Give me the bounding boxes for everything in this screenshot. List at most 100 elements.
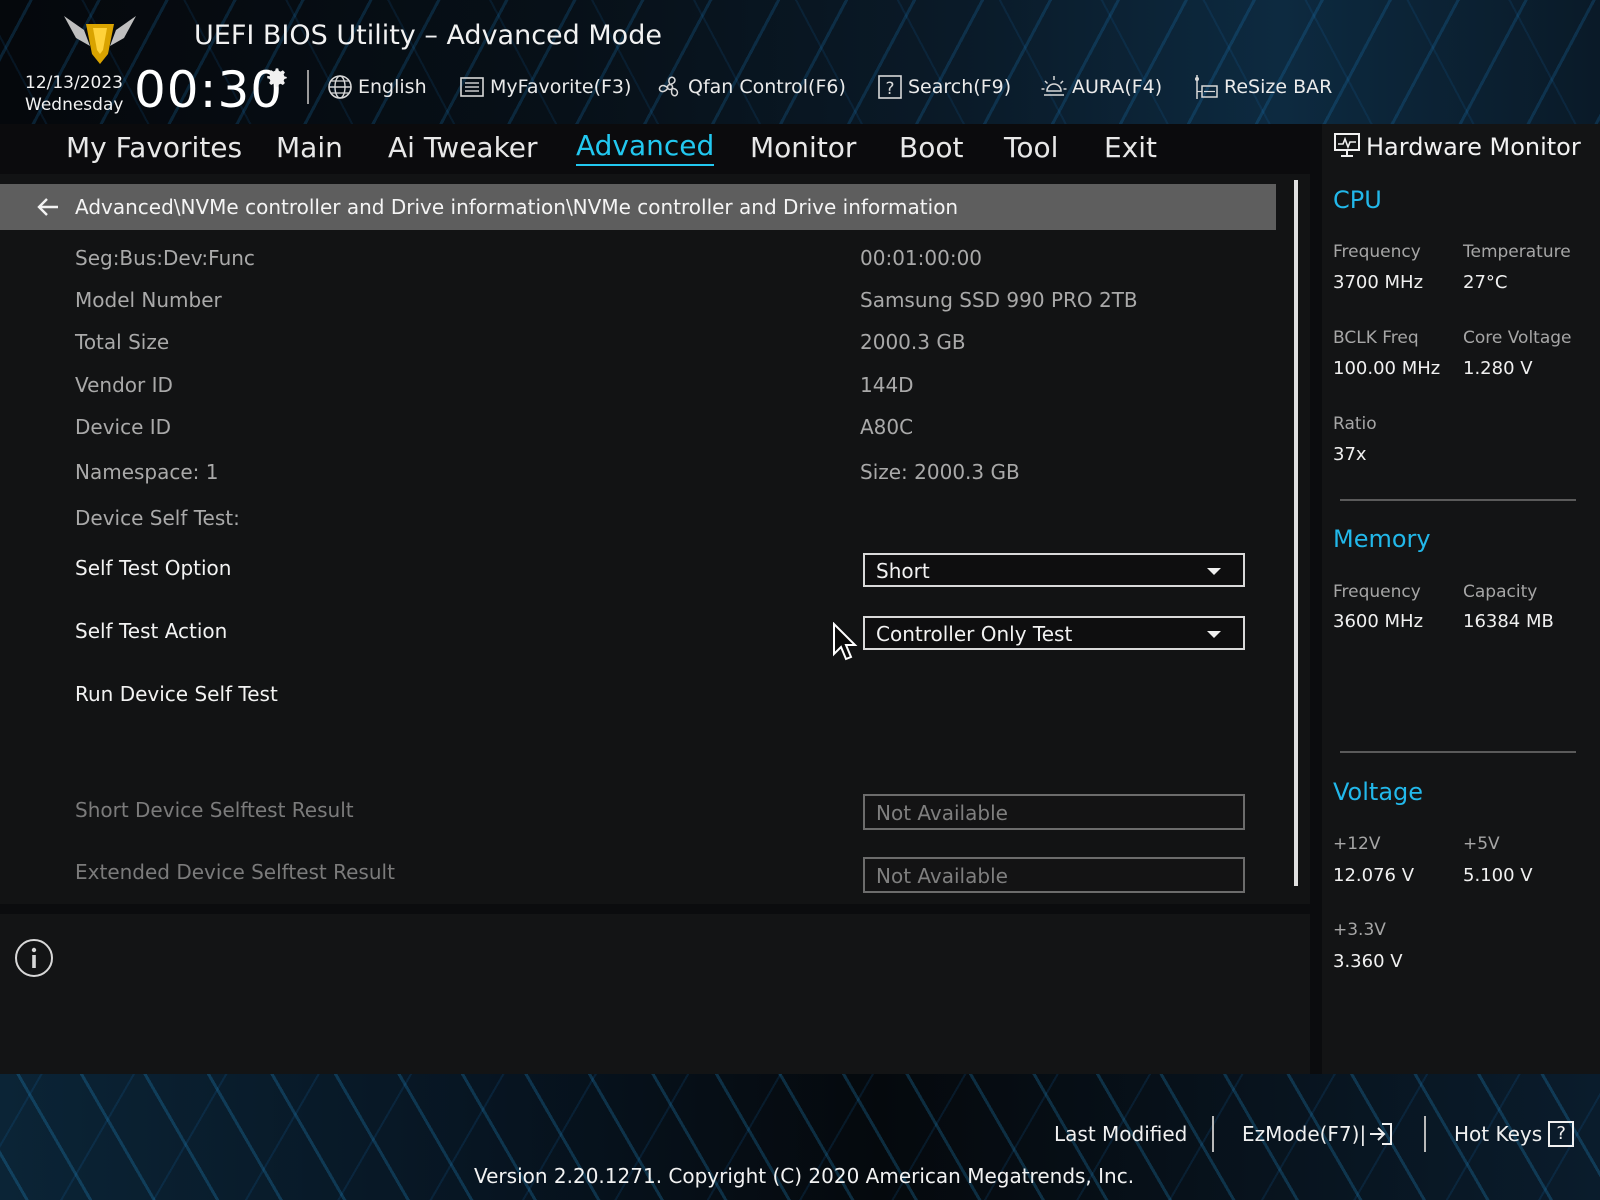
hot-keys-label: Hot Keys [1454,1122,1543,1146]
tab-tool[interactable]: Tool [1004,128,1058,168]
myfavorite-button[interactable]: MyFavorite(F3) [458,72,631,102]
last-modified-button[interactable]: Last Modified [1054,1120,1187,1148]
short-selftest-result-value: Not Available [876,801,1008,825]
ezmode-label: EzMode(F7)| [1242,1122,1367,1146]
help-panel [0,914,1310,1074]
memory-section-title: Memory [1333,525,1431,553]
clock-display: 00:30 [134,61,284,119]
tab-exit[interactable]: Exit [1104,128,1157,168]
voltage-12v-label: +12V [1333,834,1381,854]
back-arrow-icon[interactable] [36,196,60,218]
bclk-freq-label: BCLK Freq [1333,328,1419,348]
cpu-section-title: CPU [1333,186,1382,214]
row-label-namespace: Namespace: 1 [75,460,219,484]
row-value-device-id: A80C [860,415,914,439]
favorite-list-icon [460,77,484,97]
qfan-control-button[interactable]: Qfan Control(F6) [656,72,846,102]
extended-selftest-result-value: Not Available [876,864,1008,888]
weekday-text: Wednesday [25,95,124,115]
row-label-device-id: Device ID [75,415,172,439]
cpu-temperature-label: Temperature [1463,242,1571,262]
row-label-device-self-test: Device Self Test: [75,506,240,530]
row-value-total-size: 2000.3 GB [860,330,966,354]
voltage-12v-value: 12.076 V [1333,865,1415,886]
svg-text:?: ? [885,79,894,99]
ratio-value: 37x [1333,444,1367,465]
tab-ai-tweaker[interactable]: Ai Tweaker [388,128,538,168]
footer-divider [1424,1116,1426,1152]
memory-frequency-value: 3600 MHz [1333,611,1424,632]
hardware-monitor-title: Hardware Monitor [1366,133,1581,161]
tab-my-favorites[interactable]: My Favorites [66,128,242,168]
hw-divider [1340,751,1576,753]
language-label: English [358,76,427,98]
search-label: Search(F9) [908,76,1012,98]
resize-bar-icon [1195,75,1218,99]
version-text: Version 2.20.1271. Copyright (C) 2020 Am… [474,1164,1135,1188]
aura-label: AURA(F4) [1072,76,1163,98]
header-divider [307,70,309,104]
voltage-5v-label: +5V [1463,834,1500,854]
voltage-3v3-label: +3.3V [1333,920,1386,940]
self-test-action-label[interactable]: Self Test Action [75,617,227,645]
memory-capacity-value: 16384 MB [1463,611,1554,632]
row-value-seg-bus-dev-func: 00:01:00:00 [860,246,983,270]
tuf-logo [64,16,136,64]
search-help-icon: ? [878,75,902,99]
row-label-total-size: Total Size [75,330,170,354]
row-value-namespace: Size: 2000.3 GB [860,460,1020,484]
breadcrumb-path: Advanced\NVMe controller and Drive infor… [75,195,959,219]
info-icon [15,939,53,977]
resize-bar-label: ReSize BAR [1224,76,1333,98]
self-test-action-value: Controller Only Test [876,622,1073,646]
tab-advanced[interactable]: Advanced [576,128,715,166]
row-value-model-number: Samsung SSD 990 PRO 2TB [860,288,1138,312]
chevron-down-icon [1207,568,1221,575]
globe-icon [328,75,352,99]
footer-divider [1212,1116,1214,1152]
date-display: 12/13/2023 Wednesday [25,72,123,116]
short-selftest-result-label: Short Device Selftest Result [75,798,354,822]
memory-frequency-label: Frequency [1333,582,1421,602]
tab-monitor[interactable]: Monitor [750,128,856,168]
cpu-frequency-label: Frequency [1333,242,1421,262]
memory-capacity-label: Capacity [1463,582,1538,602]
extended-selftest-result-field: Not Available [863,857,1245,893]
self-test-option-value: Short [876,559,930,583]
row-value-vendor-id: 144D [860,373,914,397]
self-test-option-dropdown[interactable]: Short [863,553,1245,587]
myfavorite-label: MyFavorite(F3) [490,76,632,98]
ratio-label: Ratio [1333,414,1377,434]
cpu-frequency-value: 3700 MHz [1333,272,1424,293]
scrollbar[interactable] [1294,180,1298,886]
bclk-freq-value: 100.00 MHz [1333,358,1441,379]
self-test-option-label[interactable]: Self Test Option [75,554,231,582]
voltage-5v-value: 5.100 V [1463,865,1533,886]
tab-boot[interactable]: Boot [899,128,963,168]
mouse-pointer-icon [833,622,858,661]
ezmode-button[interactable]: EzMode(F7)| [1242,1120,1394,1148]
row-label-vendor-id: Vendor ID [75,373,173,397]
run-device-self-test-button[interactable]: Run Device Self Test [75,680,278,708]
tab-main[interactable]: Main [276,128,343,168]
aura-button[interactable]: AURA(F4) [1040,72,1162,102]
gear-icon[interactable] [264,64,290,90]
core-voltage-label: Core Voltage [1463,328,1572,348]
extended-selftest-result-label: Extended Device Selftest Result [75,860,395,884]
hw-divider [1340,499,1576,501]
hot-keys-button[interactable]: Hot Keys ? [1454,1120,1575,1148]
short-selftest-result-field: Not Available [863,794,1245,830]
last-modified-label: Last Modified [1054,1122,1188,1146]
self-test-action-dropdown[interactable]: Controller Only Test [863,616,1245,650]
exit-arrow-icon [1370,1123,1393,1145]
cpu-temperature-value: 27°C [1463,272,1508,293]
resize-bar-button[interactable]: ReSize BAR [1192,72,1332,102]
help-box-icon: ? [1548,1121,1575,1147]
core-voltage-value: 1.280 V [1463,358,1533,379]
voltage-3v3-value: 3.360 V [1333,951,1403,972]
search-button[interactable]: ? Search(F9) [876,72,1011,102]
row-label-seg-bus-dev-func: Seg:Bus:Dev:Func [75,246,255,270]
voltage-section-title: Voltage [1333,778,1424,806]
monitor-icon [1334,133,1360,157]
language-button[interactable]: English [326,72,427,102]
